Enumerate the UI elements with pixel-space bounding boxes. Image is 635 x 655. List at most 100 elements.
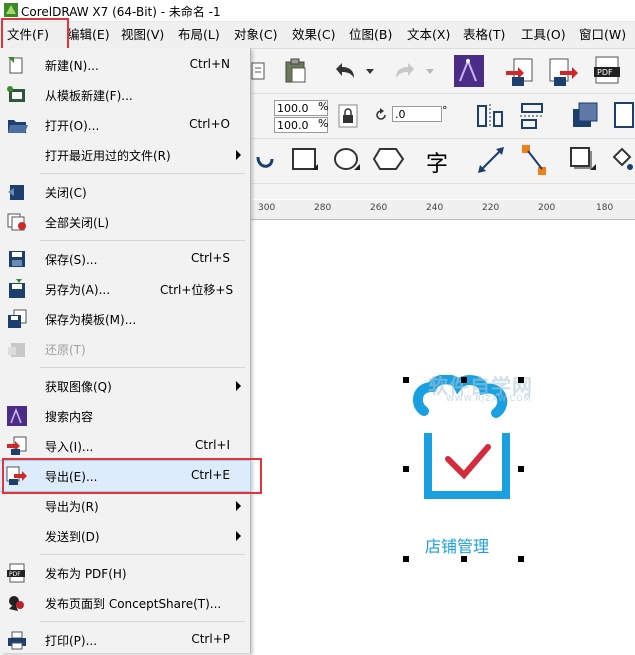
ruler-tick: 220 [482, 203, 500, 213]
menu-item-label: 保存(S)... [45, 253, 98, 267]
import-icon [7, 436, 27, 455]
ruler-tick: 260 [370, 203, 388, 213]
menu-text[interactable]: 文本(X) [407, 22, 450, 48]
svg-text:PDF: PDF [597, 68, 613, 77]
menu-bitmaps[interactable]: 位图(B) [349, 22, 392, 48]
angle-input[interactable] [392, 106, 442, 122]
connector-tool-icon[interactable] [520, 143, 550, 177]
selection-handle[interactable] [461, 377, 467, 383]
search-content-icon[interactable] [454, 55, 484, 87]
menu-item-import[interactable]: 导入(I)... Ctrl+I [0, 431, 250, 461]
menu-item-revert: 还原(T) [0, 334, 250, 364]
menu-view[interactable]: 视图(V) [121, 22, 164, 48]
standard-toolbar: PDF [250, 49, 635, 94]
freehand-tool-icon[interactable] [254, 147, 276, 173]
percent-label-x: % [318, 100, 329, 113]
selection-handle[interactable] [518, 377, 524, 383]
undo-dropdown-icon[interactable] [366, 69, 374, 75]
menu-separator [40, 240, 245, 241]
annotation-box-export [2, 458, 262, 494]
fill-tool-icon[interactable] [610, 143, 635, 175]
paste-icon[interactable] [282, 57, 310, 85]
rectangle-tool-icon[interactable] [290, 145, 320, 175]
menu-item-publish-pdf[interactable]: PDF 发布为 PDF(H) [0, 558, 250, 588]
menu-layout[interactable]: 布局(L) [178, 22, 220, 48]
coreldraw-app-icon [4, 3, 18, 17]
copy-icon[interactable] [250, 59, 266, 83]
polygon-tool-icon[interactable] [372, 145, 406, 175]
text-tool-icon[interactable]: 字 [426, 146, 448, 178]
selection-handle[interactable] [403, 377, 409, 383]
submenu-arrow-icon [236, 531, 241, 541]
menu-item-open[interactable]: 打开(O)... Ctrl+O [0, 110, 250, 140]
menu-item-new-from-template[interactable]: 从模板新建(F)... [0, 80, 250, 110]
menu-object[interactable]: 对象(C) [234, 22, 277, 48]
menu-table[interactable]: 表格(T) [463, 22, 505, 48]
menu-item-publish-conceptshare[interactable]: 发布页面到 ConceptShare(T)... [0, 588, 250, 618]
watermark-url: WWW.RJZXW.COM [446, 394, 532, 403]
mirror-horizontal-icon[interactable] [476, 102, 504, 130]
pdf-icon: PDF [7, 563, 25, 583]
menu-item-acquire-image[interactable]: 获取图像(Q) [0, 371, 250, 401]
redo-icon[interactable] [392, 61, 418, 81]
menu-item-label: 导入(I)... [45, 440, 94, 454]
menu-item-new[interactable]: 新建(N)... Ctrl+N [0, 50, 250, 80]
menu-item-send-to[interactable]: 发送到(D) [0, 521, 250, 551]
selection-handle[interactable] [403, 556, 409, 562]
ruler-tick: 200 [538, 203, 556, 213]
menu-item-label: 打开最近用过的文件(R) [45, 149, 171, 163]
menu-item-label: 发送到(D) [45, 530, 100, 544]
selection-handle[interactable] [461, 556, 467, 562]
menu-item-export-for[interactable]: 导出为(R) [0, 491, 250, 521]
submenu-arrow-icon [236, 150, 241, 160]
ellipse-tool-icon[interactable] [332, 145, 362, 175]
save-icon [9, 251, 25, 267]
menu-item-close-all[interactable]: 全部关闭(L) [0, 207, 250, 237]
save-as-icon [9, 279, 25, 298]
menu-item-close[interactable]: 关闭(C) [0, 177, 250, 207]
revert-icon [8, 343, 25, 357]
menu-edit[interactable]: 编辑(E) [67, 22, 110, 48]
drawing-canvas[interactable]: 软件自学网 WWW.RJZXW.COM 店铺管理 [250, 220, 635, 653]
arrange-more-icon[interactable] [612, 100, 634, 130]
undo-icon[interactable] [332, 61, 358, 81]
selection-handle[interactable] [518, 556, 524, 562]
export-icon[interactable] [548, 57, 580, 87]
submenu-arrow-icon [236, 381, 241, 391]
new-document-icon [8, 57, 23, 74]
dimension-tool-icon[interactable] [476, 145, 506, 175]
lock-ratio-icon[interactable] [338, 104, 358, 128]
svg-text:PDF: PDF [9, 571, 21, 578]
shop-management-label[interactable]: 店铺管理 [425, 533, 489, 557]
redo-dropdown-icon[interactable] [426, 69, 434, 75]
ruler-tick: 240 [426, 203, 444, 213]
submenu-arrow-icon [236, 501, 241, 511]
menu-tools[interactable]: 工具(O) [521, 22, 566, 48]
menu-item-save-as[interactable]: 另存为(A)... Ctrl+位移+S [0, 274, 250, 304]
menu-effects[interactable]: 效果(C) [292, 22, 335, 48]
publish-pdf-icon[interactable]: PDF [592, 55, 624, 87]
menu-item-search-content[interactable]: 搜索内容 [0, 401, 250, 431]
conceptshare-icon [9, 596, 24, 611]
menu-item-label: 打开(O)... [45, 119, 100, 133]
menu-item-label: 导出为(R) [45, 500, 99, 514]
import-icon[interactable] [504, 57, 536, 87]
menu-item-shortcut: Ctrl+N [189, 57, 230, 71]
menu-item-save-as-template[interactable]: 保存为模板(M)... [0, 304, 250, 334]
mirror-vertical-icon[interactable] [518, 102, 546, 130]
menu-item-save[interactable]: 保存(S)... Ctrl+S [0, 244, 250, 274]
arrange-icon[interactable] [570, 100, 600, 130]
menu-item-label: 获取图像(Q) [45, 380, 112, 394]
selection-handle[interactable] [403, 466, 409, 472]
drop-shadow-tool-icon[interactable] [568, 145, 598, 175]
selection-handle[interactable] [518, 466, 524, 472]
menu-item-label: 关闭(C) [45, 186, 87, 200]
toolbar-area: PDF % % ° 字 [250, 49, 635, 199]
menu-item-print[interactable]: 打印(P)... Ctrl+P [0, 625, 250, 655]
menu-item-label: 打印(P)... [45, 634, 98, 648]
menu-item-open-recent[interactable]: 打开最近用过的文件(R) [0, 140, 250, 170]
rotate-icon [376, 108, 386, 120]
close-all-icon [7, 213, 26, 231]
menu-separator [40, 621, 245, 622]
menu-window[interactable]: 窗口(W) [579, 22, 626, 48]
